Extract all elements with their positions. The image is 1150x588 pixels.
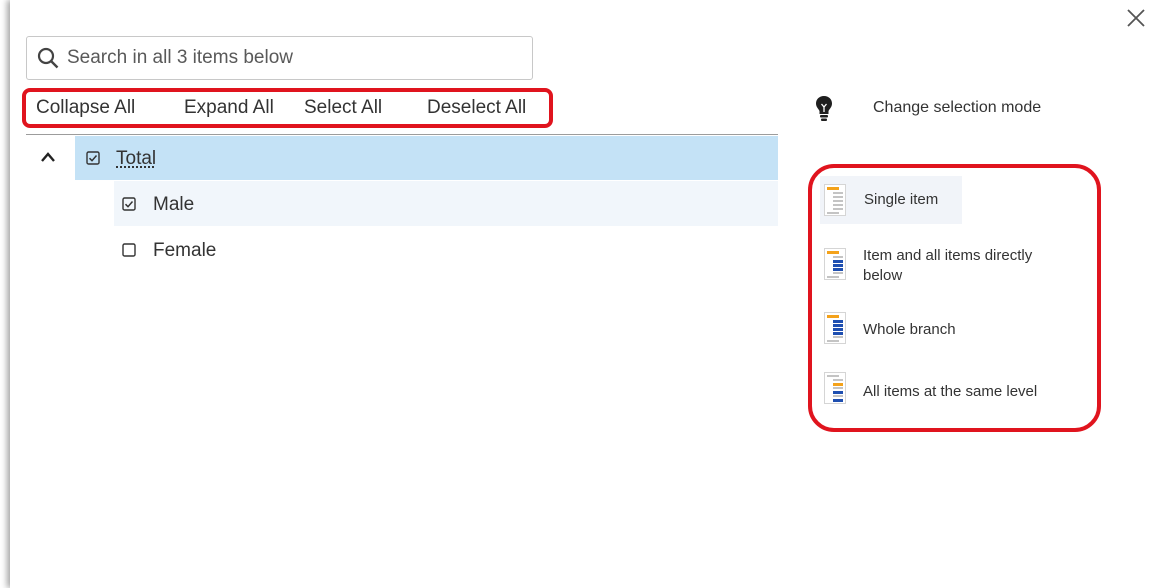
search-icon [37,47,59,69]
same-level-icon [824,372,846,404]
mode-single-item[interactable]: Single item [820,176,962,224]
tree-label-total[interactable]: Total [116,148,156,170]
tree-row-male[interactable] [114,181,778,226]
mode-label-same-level: All items at the same level [863,383,1038,400]
selection-mode-title: Change selection mode [873,99,1042,116]
checkbox-total[interactable] [86,151,100,165]
mode-same-level[interactable]: All items at the same level [820,366,1082,418]
lightbulb-icon[interactable] [815,95,833,123]
tree-label-male[interactable]: Male [153,194,194,216]
checkbox-female[interactable] [122,243,136,257]
mode-item-and-children[interactable]: Item and all items directly below [820,240,1070,296]
mode-label-whole-branch: Whole branch [863,321,956,338]
mode-whole-branch[interactable]: Whole branch [820,306,1070,356]
chevron-up-icon[interactable] [40,150,56,164]
collapse-all-button[interactable]: Collapse All [36,97,135,119]
deselect-all-button[interactable]: Deselect All [427,97,526,119]
tree-label-female[interactable]: Female [153,240,216,262]
item-and-children-icon [824,248,846,280]
search-box [26,36,533,80]
tree-divider [26,134,778,135]
select-all-button[interactable]: Select All [304,97,382,119]
tree-row-total[interactable] [75,136,778,180]
checkbox-male[interactable] [122,197,136,211]
mode-label-single-item: Single item [864,191,939,208]
whole-branch-icon [824,312,846,344]
close-icon[interactable] [1124,6,1148,30]
expand-all-button[interactable]: Expand All [184,97,274,119]
search-input[interactable] [67,43,507,73]
single-item-icon [824,184,846,216]
mode-label-item-and-children: Item and all items directly below [863,247,1033,284]
